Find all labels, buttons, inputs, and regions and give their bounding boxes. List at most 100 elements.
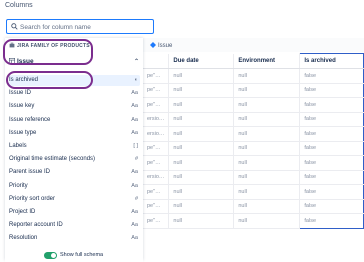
table-cell[interactable]: null [233, 97, 301, 113]
field-item[interactable]: Priority Aa [9, 181, 140, 192]
search-icon [11, 23, 18, 30]
table-cell[interactable]: false [299, 97, 364, 113]
table-cell[interactable]: false [299, 83, 364, 98]
table-cell[interactable]: null [233, 112, 301, 127]
table-cell[interactable]: null [168, 213, 235, 229]
field-item-label: Priority [9, 182, 28, 189]
table-cell[interactable]: false [299, 126, 364, 142]
toggle-icon: ◐ [134, 77, 138, 83]
table-cell[interactable]: pe"… [143, 213, 170, 229]
table-cell[interactable]: ersio… [143, 112, 170, 127]
field-item[interactable]: Issue key Aa [9, 101, 140, 112]
table-cell[interactable]: null [168, 112, 235, 127]
table-row: pe"… null null false [143, 213, 364, 229]
field-item-label: Labels [9, 143, 27, 149]
field-item-label: Resolution [9, 235, 38, 242]
field-item-label: Issue ID [9, 90, 32, 97]
table-group-label-text: Issue [158, 43, 173, 49]
table-cell[interactable]: false [299, 141, 364, 156]
field-item[interactable]: Parent issue ID Aa [9, 167, 140, 178]
table-cell[interactable]: pe"… [143, 155, 170, 171]
table-cell[interactable]: false [299, 213, 364, 229]
table-cell[interactable]: pe"… [143, 141, 170, 156]
text-icon: Aa [131, 103, 138, 110]
table-row: pe"… null null false [143, 199, 364, 214]
table-cell[interactable]: pe"… [143, 97, 170, 113]
table-cell[interactable]: null [233, 83, 301, 98]
table-cell[interactable]: null [168, 141, 235, 156]
field-item-label: Issue type [9, 129, 37, 136]
field-item-label: Issue key [9, 103, 35, 110]
show-full-schema-label: Show full schema [60, 252, 104, 258]
table-row: pe"… null null false [143, 155, 364, 171]
table-cell[interactable]: null [233, 213, 301, 229]
table-cell[interactable]: null [168, 170, 235, 185]
table-cell[interactable]: null [233, 170, 301, 185]
table-header-row: Due date Environment Is archived [143, 53, 364, 69]
table-row: ersio… null null false [143, 112, 364, 127]
field-item[interactable]: Resolution Aa [9, 233, 140, 244]
table-cell[interactable]: null [168, 199, 235, 214]
text-icon: Aa [131, 182, 138, 189]
list-icon: [ ] [133, 143, 138, 149]
table-cell[interactable]: null [233, 184, 301, 200]
column-header[interactable] [143, 53, 170, 69]
table-cell[interactable]: null [233, 199, 301, 214]
field-item[interactable]: Priority sort order # [9, 194, 140, 205]
field-item-label: Original time estimate (seconds) [9, 156, 96, 163]
table-cell[interactable]: null [168, 68, 235, 84]
text-icon: Aa [131, 90, 138, 97]
table-cell[interactable]: ersio… [143, 170, 170, 185]
text-icon: Aa [131, 169, 138, 176]
table-row: pe"… null null false [143, 68, 364, 84]
table-cell[interactable]: false [299, 170, 364, 185]
table-cell[interactable]: null [233, 155, 301, 171]
table-cell[interactable]: pe"… [143, 199, 170, 214]
table-cell[interactable]: null [168, 83, 235, 98]
text-icon: Aa [131, 209, 138, 215]
field-item[interactable]: Issue type Aa [9, 128, 140, 139]
table-cell[interactable]: false [299, 68, 364, 84]
chevron-up-icon[interactable]: ⌃ [134, 58, 139, 65]
table-cell[interactable]: null [233, 68, 301, 84]
text-icon: Aa [131, 222, 138, 229]
table-cell[interactable]: pe"… [143, 83, 170, 98]
table-cell[interactable]: null [233, 141, 301, 156]
column-header-environment[interactable]: Environment [233, 53, 301, 69]
panel-footer: Show full schema [5, 250, 143, 262]
table-cell[interactable]: false [299, 155, 364, 171]
field-item-label: Reporter account ID [9, 222, 63, 229]
table-row: ersio… null null false [143, 170, 364, 185]
text-icon: Aa [131, 129, 138, 136]
jira-icon [150, 42, 156, 48]
column-header-due-date[interactable]: Due date [168, 53, 235, 69]
highlight-ring [3, 39, 93, 65]
column-header-is-archived[interactable]: Is archived [299, 53, 364, 69]
field-item[interactable]: Issue reference Aa [9, 115, 140, 126]
table-cell[interactable]: null [168, 97, 235, 113]
show-full-schema-toggle[interactable] [44, 252, 57, 259]
table-cell[interactable]: null [168, 126, 235, 142]
field-item[interactable]: Project ID Aa [9, 207, 140, 218]
field-item[interactable]: Original time estimate (seconds) # [9, 154, 140, 165]
page-title: Columns [5, 2, 33, 9]
table-cell[interactable]: false [299, 112, 364, 127]
field-item-label: Priority sort order [9, 195, 56, 202]
table-cell[interactable]: false [299, 199, 364, 214]
search-input[interactable] [20, 22, 150, 32]
field-item[interactable]: Labels [ ] [9, 141, 140, 152]
table-cell[interactable]: pe"… [143, 184, 170, 200]
table-cell[interactable]: null [168, 155, 235, 171]
field-item[interactable]: Issue ID Aa [9, 88, 140, 99]
table-cell[interactable]: false [299, 184, 364, 200]
table-row: pe"… null null false [143, 184, 364, 200]
toggle-knob [51, 253, 56, 258]
table-cell[interactable]: ersio… [143, 126, 170, 142]
search-field[interactable] [6, 19, 154, 34]
table-cell[interactable]: null [168, 184, 235, 200]
field-item[interactable]: Reporter account ID Aa [9, 220, 140, 231]
table-row: pe"… null null false [143, 141, 364, 156]
table-cell[interactable]: pe"… [143, 68, 170, 84]
table-cell[interactable]: null [233, 126, 301, 142]
field-item-label: Project ID [9, 209, 36, 215]
